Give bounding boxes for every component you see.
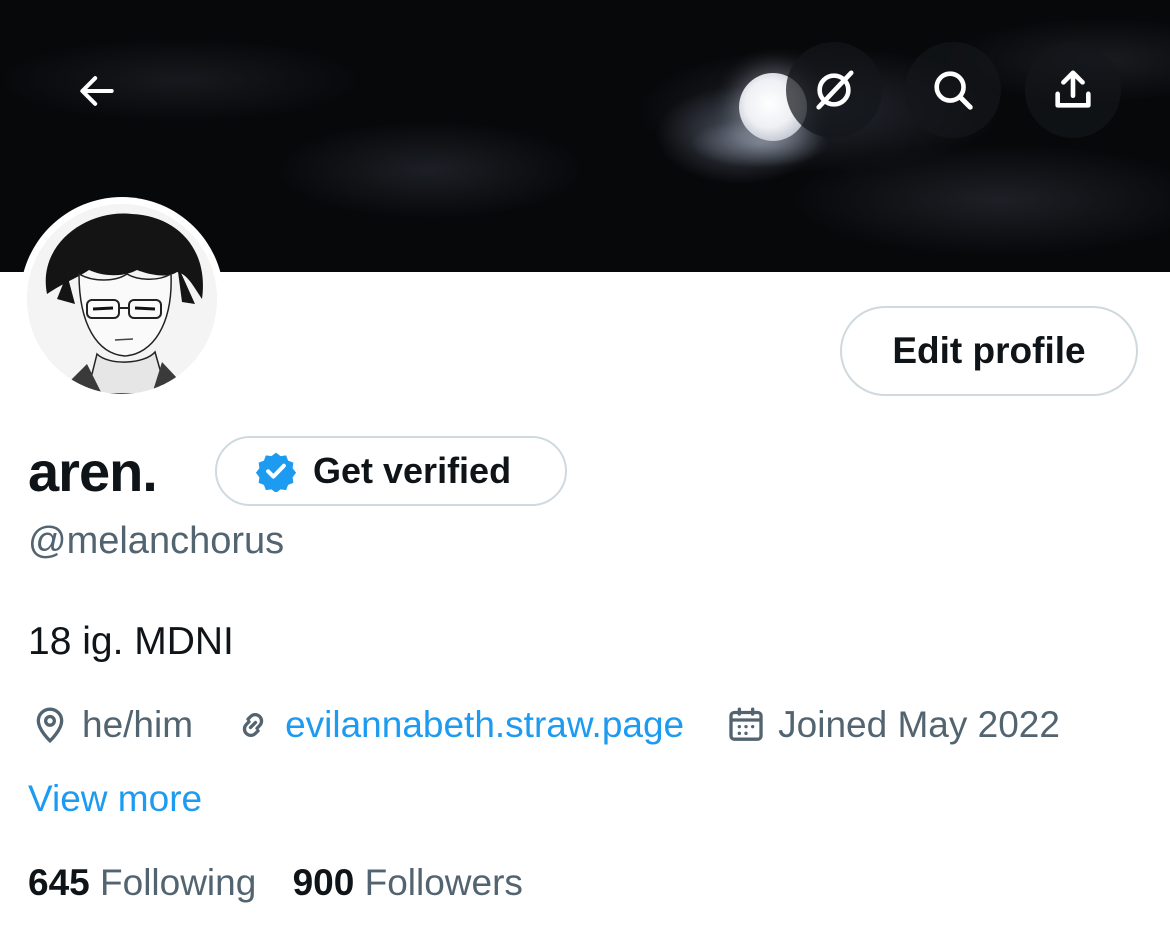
arrow-left-icon	[80, 76, 114, 106]
location-text: he/him	[82, 704, 194, 745]
share-button[interactable]	[1025, 42, 1121, 138]
followers-stat[interactable]: 900 Followers	[293, 862, 523, 903]
location-pin-icon	[36, 707, 64, 744]
location-item: he/him	[30, 704, 193, 746]
grok-icon	[816, 70, 854, 110]
get-verified-label: Get verified	[313, 450, 512, 491]
followers-count: 900	[292, 862, 355, 903]
get-verified-button[interactable]: Get verified	[215, 436, 567, 506]
avatar[interactable]	[27, 204, 217, 394]
calendar-icon	[729, 707, 763, 741]
view-more-link[interactable]: View more	[28, 778, 202, 820]
website-link[interactable]: evilannabeth.straw.page	[285, 704, 684, 746]
search-button[interactable]	[905, 42, 1001, 138]
following-label: Following	[100, 862, 257, 903]
verified-badge-icon	[255, 452, 297, 492]
joined-item: Joined May 2022	[726, 704, 1060, 746]
display-name: aren.	[28, 440, 158, 503]
followers-label: Followers	[364, 862, 523, 903]
search-icon	[934, 71, 973, 110]
edit-profile-button[interactable]: Edit profile	[840, 306, 1138, 396]
link-icon	[242, 713, 264, 737]
follow-stats: 645 Following 900 Followers	[28, 862, 523, 904]
avatar-illustration	[27, 204, 217, 394]
grok-button[interactable]	[786, 42, 882, 138]
website-item[interactable]: evilannabeth.straw.page	[233, 704, 684, 746]
back-button[interactable]	[62, 56, 132, 126]
share-icon	[1055, 70, 1091, 108]
profile-meta-row: he/him evilannabeth.straw.page Joined Ma…	[30, 700, 1060, 750]
joined-date-text: Joined May 2022	[778, 704, 1060, 745]
following-count: 645	[28, 862, 90, 903]
username-handle: @melanchorus	[28, 520, 285, 562]
bio-text: 18 ig. MDNI	[28, 620, 234, 663]
following-stat[interactable]: 645 Following	[28, 862, 267, 903]
